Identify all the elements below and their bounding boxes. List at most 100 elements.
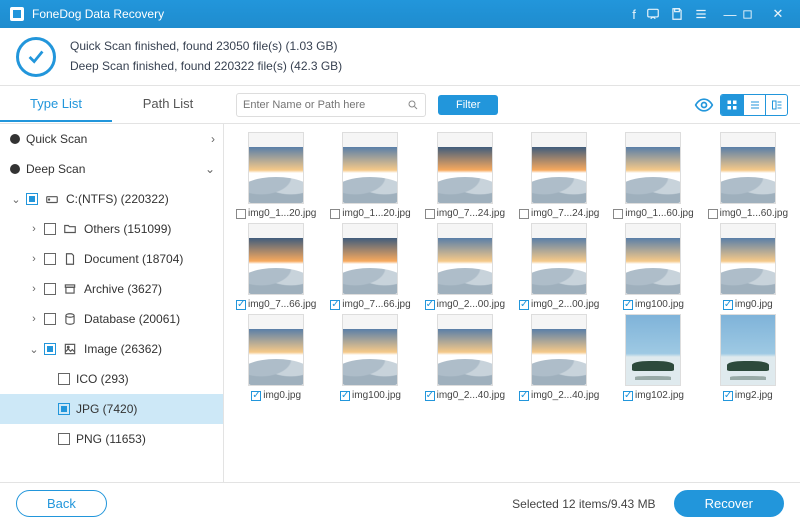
thumbnail-item[interactable]: img100.jpg [324, 314, 416, 401]
thumbnail-checkbox[interactable] [236, 209, 246, 219]
checkbox[interactable] [58, 433, 70, 445]
thumbnail-image[interactable] [625, 314, 681, 386]
search-box[interactable] [236, 93, 426, 117]
tab-path-list[interactable]: Path List [112, 87, 224, 122]
thumbnail-checkbox[interactable] [251, 391, 261, 401]
thumbnail-checkbox[interactable] [708, 209, 718, 219]
thumbnail-checkbox[interactable] [425, 391, 435, 401]
thumbnail-checkbox[interactable] [330, 209, 340, 219]
thumbnail-image[interactable] [720, 314, 776, 386]
thumbnail-image[interactable] [248, 132, 304, 204]
view-grid-button[interactable] [721, 95, 743, 115]
database-icon [62, 312, 78, 326]
view-detail-button[interactable] [765, 95, 787, 115]
facebook-icon[interactable]: f [622, 7, 646, 22]
thumbnail-item[interactable]: img102.jpg [607, 314, 699, 401]
thumbnail-name: img0_7...66.jpg [248, 299, 316, 310]
thumbnail-checkbox[interactable] [425, 300, 435, 310]
thumbnail-image[interactable] [342, 314, 398, 386]
checkbox[interactable] [44, 223, 56, 235]
sidebar-jpg[interactable]: JPG (7420) [0, 394, 223, 424]
thumbnail-item[interactable]: img0.jpg [230, 314, 322, 401]
thumbnail-item[interactable]: img0_2...00.jpg [419, 223, 511, 310]
thumbnail-item[interactable]: img0_2...40.jpg [513, 314, 605, 401]
checkbox[interactable] [58, 373, 70, 385]
thumbnail-item[interactable]: img0_1...20.jpg [230, 132, 322, 219]
chevron-down-icon: ⌄ [26, 343, 42, 356]
preview-icon[interactable] [692, 95, 716, 115]
app-title: FoneDog Data Recovery [32, 7, 164, 21]
thumbnail-checkbox[interactable] [236, 300, 246, 310]
recover-button[interactable]: Recover [674, 490, 784, 517]
sidebar-png[interactable]: PNG (11653) [0, 424, 223, 454]
thumbnail-item[interactable]: img0_7...24.jpg [419, 132, 511, 219]
checkbox[interactable] [44, 343, 56, 355]
thumbnail-image[interactable] [531, 314, 587, 386]
checkbox[interactable] [58, 403, 70, 415]
tab-type-list[interactable]: Type List [0, 87, 112, 122]
thumbnail-item[interactable]: img0_2...40.jpg [419, 314, 511, 401]
thumbnail-checkbox[interactable] [613, 209, 623, 219]
sidebar-document[interactable]: › Document (18704) [0, 244, 223, 274]
thumbnail-item[interactable]: img0_1...20.jpg [324, 132, 416, 219]
thumbnail-checkbox[interactable] [519, 209, 529, 219]
thumbnail-item[interactable]: img100.jpg [607, 223, 699, 310]
checkmark-icon [16, 37, 56, 77]
document-icon [62, 252, 78, 266]
thumbnail-image[interactable] [437, 223, 493, 295]
thumbnail-checkbox[interactable] [519, 391, 529, 401]
thumbnail-checkbox[interactable] [330, 300, 340, 310]
thumbnail-image[interactable] [437, 132, 493, 204]
checkbox[interactable] [44, 283, 56, 295]
thumbnail-item[interactable]: img2.jpg [702, 314, 794, 401]
thumbnail-item[interactable]: img0_7...66.jpg [230, 223, 322, 310]
checkbox[interactable] [44, 253, 56, 265]
thumbnail-image[interactable] [248, 223, 304, 295]
search-input[interactable] [243, 99, 407, 111]
thumbnail-image[interactable] [625, 132, 681, 204]
thumbnail-image[interactable] [437, 314, 493, 386]
sidebar-quick-scan[interactable]: Quick Scan › [0, 124, 223, 154]
thumbnail-checkbox[interactable] [425, 209, 435, 219]
thumbnail-image[interactable] [342, 132, 398, 204]
thumbnail-checkbox[interactable] [623, 300, 633, 310]
thumbnail-image[interactable] [531, 223, 587, 295]
thumbnail-image[interactable] [720, 223, 776, 295]
thumbnail-grid: img0_1...20.jpg img0_1...20.jpg img0_7..… [224, 124, 800, 482]
sidebar-archive[interactable]: › Archive (3627) [0, 274, 223, 304]
feedback-icon[interactable] [646, 7, 670, 21]
maximize-icon[interactable] [742, 9, 766, 20]
sidebar-ico[interactable]: ICO (293) [0, 364, 223, 394]
thumbnail-image[interactable] [625, 223, 681, 295]
sidebar-drive[interactable]: ⌄ C:(NTFS) (220322) [0, 184, 223, 214]
thumbnail-checkbox[interactable] [340, 391, 350, 401]
thumbnail-item[interactable]: img0_7...66.jpg [324, 223, 416, 310]
thumbnail-item[interactable]: img0_7...24.jpg [513, 132, 605, 219]
thumbnail-item[interactable]: img0_1...60.jpg [607, 132, 699, 219]
view-list-button[interactable] [743, 95, 765, 115]
thumbnail-checkbox[interactable] [723, 300, 733, 310]
menu-icon[interactable] [694, 7, 718, 21]
thumbnail-image[interactable] [342, 223, 398, 295]
chevron-right-icon: › [26, 253, 42, 265]
thumbnail-checkbox[interactable] [519, 300, 529, 310]
minimize-icon[interactable]: — [718, 7, 742, 22]
sidebar-others[interactable]: › Others (151099) [0, 214, 223, 244]
sidebar-database[interactable]: › Database (20061) [0, 304, 223, 334]
sidebar-deep-scan[interactable]: Deep Scan ⌄ [0, 154, 223, 184]
filter-button[interactable]: Filter [438, 95, 498, 115]
thumbnail-checkbox[interactable] [723, 391, 733, 401]
back-button[interactable]: Back [16, 490, 107, 517]
save-icon[interactable] [670, 7, 694, 21]
thumbnail-item[interactable]: img0_2...00.jpg [513, 223, 605, 310]
thumbnail-image[interactable] [248, 314, 304, 386]
thumbnail-checkbox[interactable] [623, 391, 633, 401]
checkbox[interactable] [44, 313, 56, 325]
checkbox[interactable] [26, 193, 38, 205]
thumbnail-item[interactable]: img0.jpg [702, 223, 794, 310]
thumbnail-image[interactable] [531, 132, 587, 204]
close-icon[interactable]: ✕ [766, 6, 790, 22]
sidebar-image[interactable]: ⌄ Image (26362) [0, 334, 223, 364]
thumbnail-item[interactable]: img0_1...60.jpg [702, 132, 794, 219]
thumbnail-image[interactable] [720, 132, 776, 204]
